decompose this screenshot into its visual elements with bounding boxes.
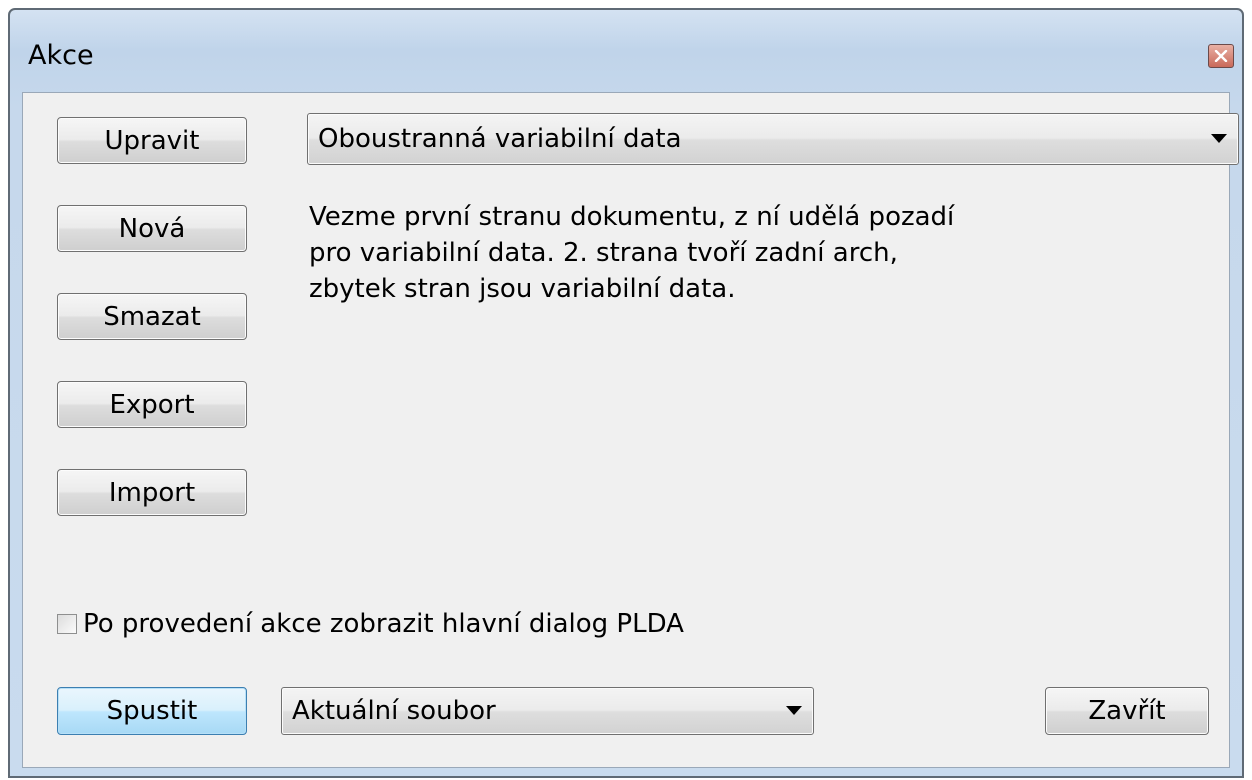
show-main-dialog-checkbox[interactable]	[57, 614, 77, 634]
target-select[interactable]: Aktuální soubor	[281, 687, 814, 735]
run-button[interactable]: Spustit	[57, 687, 247, 735]
window-close-button[interactable]	[1208, 44, 1234, 68]
action-select[interactable]: Oboustranná variabilní data	[307, 113, 1239, 165]
action-description: Vezme první stranu dokumentu, z ní udělá…	[309, 202, 955, 304]
chevron-down-icon	[775, 706, 813, 716]
target-select-value: Aktuální soubor	[292, 696, 496, 726]
close-icon	[1214, 50, 1228, 62]
dialog-body: Upravit Nová Smazat Export Import Oboust…	[22, 92, 1239, 768]
close-button[interactable]: Zavřít	[1045, 687, 1209, 735]
chevron-down-icon	[1200, 134, 1238, 144]
dialog-window: Akce Upravit Nová Smazat Export Import O…	[8, 8, 1244, 778]
show-main-dialog-label: Po provedení akce zobrazit hlavní dialog…	[83, 609, 684, 639]
show-main-dialog-option[interactable]: Po provedení akce zobrazit hlavní dialog…	[57, 609, 684, 639]
import-button[interactable]: Import	[57, 469, 247, 516]
edit-button[interactable]: Upravit	[57, 117, 247, 164]
export-button[interactable]: Export	[57, 381, 247, 428]
delete-button[interactable]: Smazat	[57, 293, 247, 340]
window-title: Akce	[28, 40, 94, 71]
action-select-value: Oboustranná variabilní data	[318, 124, 682, 154]
new-button[interactable]: Nová	[57, 205, 247, 252]
